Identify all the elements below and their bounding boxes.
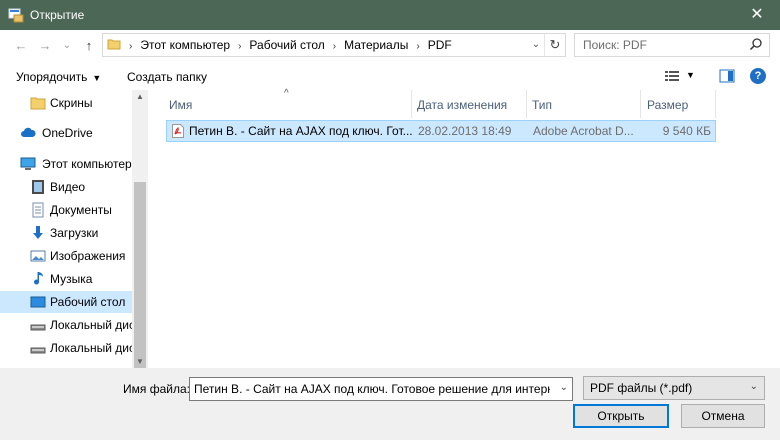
up-button[interactable]: ↑ <box>80 38 98 54</box>
column-header-label: Имя <box>169 98 193 112</box>
new-folder-button[interactable]: Создать папку <box>127 70 207 84</box>
images-icon <box>30 250 46 262</box>
filename-input[interactable]: Петин В. - Сайт на AJAX под ключ. Готово… <box>189 377 573 401</box>
filename-value[interactable]: Петин В. - Сайт на AJAX под ключ. Готово… <box>194 382 550 396</box>
search-placeholder[interactable]: Поиск: PDF <box>583 38 647 52</box>
column-header-label: Дата изменения <box>417 98 508 112</box>
scroll-up-icon[interactable]: ▲ <box>132 92 148 101</box>
column-header-size[interactable]: Размер <box>641 90 716 118</box>
sidebar-item-desktop[interactable]: Рабочий стол <box>0 291 132 313</box>
sidebar-scrollbar[interactable]: ▲ ▼ <box>132 90 148 384</box>
chevron-down-icon: ▼ <box>92 73 102 83</box>
download-icon <box>33 226 43 239</box>
help-button[interactable]: ? <box>750 68 766 84</box>
cloud-icon <box>21 127 36 137</box>
chevron-down-icon[interactable]: ⌄ <box>560 382 568 393</box>
breadcrumb-desktop[interactable]: Рабочий стол <box>249 38 324 52</box>
drive-icon <box>30 347 46 354</box>
view-options-icon[interactable] <box>664 69 680 83</box>
computer-icon <box>20 157 36 170</box>
column-header-type[interactable]: Тип <box>527 90 641 118</box>
sidebar-item-label: Музыка <box>50 272 93 286</box>
forward-button[interactable]: → <box>36 38 54 54</box>
sidebar-item-downloads[interactable]: Загрузки <box>0 222 132 244</box>
window-title: Открытие <box>30 8 85 22</box>
music-icon <box>34 272 43 285</box>
file-date: 28.02.2013 18:49 <box>418 124 512 138</box>
breadcrumb: › Этот компьютер › Рабочий стол › Материалы › P… <box>129 38 452 52</box>
sidebar-item-documents[interactable]: Документы <box>0 199 132 221</box>
sidebar-item-label: Изображения <box>50 249 126 263</box>
organize-button[interactable]: Упорядочить ▼ <box>16 70 101 84</box>
file-list[interactable]: ^ Имя Дата изменения Тип Размер Петин В.… <box>150 88 780 368</box>
breadcrumb-separator[interactable]: › <box>416 41 419 52</box>
recent-locations-button[interactable]: ⌄ <box>58 38 76 54</box>
video-icon <box>32 180 44 194</box>
column-header-label: Тип <box>532 98 553 112</box>
file-size: 9 540 КБ <box>662 124 711 138</box>
sidebar-item-images[interactable]: Изображения <box>0 245 132 267</box>
filter-value: PDF файлы (*.pdf) <box>590 381 693 395</box>
sidebar-item-label: Этот компьютер <box>42 157 132 171</box>
address-bar[interactable]: › Этот компьютер › Рабочий стол › Материалы › P… <box>102 33 566 57</box>
column-header-label: Размер <box>647 98 689 112</box>
refresh-button[interactable]: ↻ <box>544 34 565 56</box>
app-icon <box>8 8 24 23</box>
column-header-date[interactable]: Дата изменения <box>412 90 527 118</box>
file-row[interactable]: Петин В. - Сайт на AJAX под ключ. Гот...… <box>166 120 716 142</box>
open-button[interactable]: Открыть <box>573 404 669 428</box>
folder-icon <box>107 39 121 50</box>
sidebar-item-this-pc[interactable]: Этот компьютер <box>0 153 132 175</box>
navigation-pane[interactable]: Скрины OneDrive Этот компьютер Видео Док… <box>0 90 148 368</box>
address-dropdown-button[interactable]: ⌄ <box>529 37 543 53</box>
chevron-down-icon[interactable]: ⌄ <box>750 381 758 392</box>
close-button[interactable]: ✕ <box>734 0 780 30</box>
breadcrumb-separator[interactable]: › <box>238 41 241 52</box>
sidebar-item-label: Скрины <box>50 96 93 110</box>
sidebar-item-label: Видео <box>50 180 86 194</box>
documents-icon <box>32 202 44 218</box>
breadcrumb-pdf[interactable]: PDF <box>428 38 452 52</box>
sidebar-item-onedrive[interactable]: OneDrive <box>0 122 132 144</box>
view-dropdown-icon[interactable]: ▼ <box>686 70 695 80</box>
sidebar-item-label: OneDrive <box>42 126 93 140</box>
breadcrumb-materials[interactable]: Материалы <box>344 38 408 52</box>
sidebar-item-label: Локальный дис <box>50 341 135 355</box>
breadcrumb-separator[interactable]: › <box>129 41 132 52</box>
folder-icon <box>30 97 46 110</box>
breadcrumb-this-pc[interactable]: Этот компьютер <box>140 38 230 52</box>
filename-label: Имя файла: <box>123 382 190 396</box>
breadcrumb-separator[interactable]: › <box>333 41 336 52</box>
sidebar-item-local-disk[interactable]: Локальный дис <box>0 337 135 359</box>
file-type-filter[interactable]: PDF файлы (*.pdf) ⌄ <box>583 376 765 400</box>
command-bar: Упорядочить ▼ Создать папку ▼ ? <box>0 64 780 90</box>
sidebar-item-video[interactable]: Видео <box>0 176 132 198</box>
preview-pane-icon[interactable] <box>719 69 735 83</box>
file-name: Петин В. - Сайт на AJAX под ключ. Гот... <box>189 124 413 138</box>
footer-panel: Имя файла: Петин В. - Сайт на AJAX под к… <box>0 368 780 440</box>
scroll-down-icon[interactable]: ▼ <box>132 357 148 366</box>
sidebar-item-local-disk[interactable]: Локальный дис <box>0 314 135 336</box>
title-bar: Открытие ✕ <box>0 0 780 30</box>
back-button[interactable]: ← <box>12 38 30 54</box>
sidebar-item-label: Локальный дис <box>50 318 135 332</box>
scrollbar-thumb[interactable] <box>134 182 146 384</box>
drive-icon <box>30 324 46 331</box>
sidebar-item-music[interactable]: Музыка <box>0 268 132 290</box>
pdf-file-icon <box>172 124 184 138</box>
sidebar-item-label: Рабочий стол <box>50 295 126 309</box>
search-box[interactable]: Поиск: PDF <box>574 33 770 57</box>
file-type: Adobe Acrobat D... <box>533 124 634 138</box>
sidebar-item-label: Загрузки <box>50 226 99 240</box>
sidebar-item-screens[interactable]: Скрины <box>0 92 132 114</box>
desktop-icon <box>30 296 46 308</box>
cancel-button[interactable]: Отмена <box>681 404 765 428</box>
organize-label: Упорядочить <box>16 70 88 84</box>
search-icon[interactable] <box>749 37 763 51</box>
column-header-name[interactable]: Имя <box>150 90 412 118</box>
sidebar-item-label: Документы <box>50 203 112 217</box>
